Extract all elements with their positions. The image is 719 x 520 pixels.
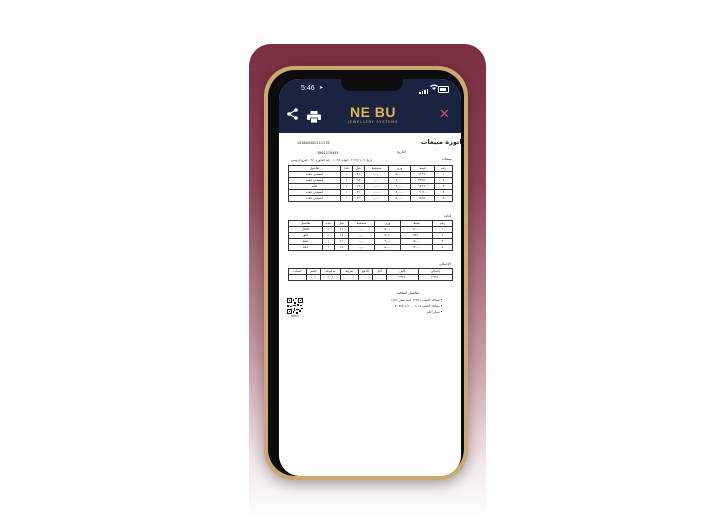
sales-table-body: أنسيابي ذهب ١ ٢١ ٠٫٠٠٠ ٥٫٠٠٠ ١١٩٦٠ ١ أنسيابي ذه… [288, 171, 453, 202]
notes-title: تفاصيل اضافية [397, 291, 419, 295]
date-label: التاريخ [397, 150, 406, 154]
table-cell [340, 274, 359, 281]
table-cell: ٢٦٦٦٠ [418, 274, 453, 281]
returns-table-body: خلخال ١ ٢١ ٠٫٠٠ ٥٫٠٠ ٧٠٠٠ ١ حلق ١ ١٨ ٠٫٠٠ ٥٫٦٠ ٧٥٦٠ ٢… [288, 226, 453, 251]
returns-label: أعاده [444, 214, 452, 218]
location-icon: ➤ [319, 85, 324, 91]
printer-icon[interactable] [307, 108, 321, 124]
table-cell: ١٨ [334, 244, 349, 251]
status-bar: 5:46 ➤ [279, 79, 461, 99]
invoice-document: فاتورة مبيعات 1438A0S82111178 3861278445… [279, 133, 461, 476]
table-cell: ٢٦٦٦٠ [386, 274, 419, 281]
table-cell: ٥٫٠٠٠ [388, 195, 411, 202]
table-cell: (٠) [306, 274, 321, 281]
invoice-title: فاتورة مبيعات [421, 138, 461, 146]
table-cell: ٠٫٠٠ [348, 244, 375, 251]
table-cell: ١ [340, 195, 353, 202]
qr-code-icon: NEBU [287, 298, 303, 318]
table-cell [372, 274, 387, 281]
tax-number: 3861278445 [317, 151, 339, 155]
table-cell: أنسيابي ذهب [288, 195, 341, 202]
table-cell: ١ [322, 244, 335, 251]
table-cell: ٥٫٠٠ [374, 244, 401, 251]
table-cell: ١٤٩٥٠ [410, 195, 435, 202]
close-icon[interactable]: ✕ [439, 108, 450, 121]
notes-list: • سبائك الذهب ١٢٥٦٠ جنيه سعر ١٢٤١ • سبائ… [391, 297, 443, 315]
totals-table-values: ٠ (٠) (٠) ٠ ٢٦٦٦٠ ٢٦٦٦٠ [288, 274, 453, 281]
invoice-info-line: تاريخ: ٢٠٢٢/١١/٠٩ - الوقت ١٠:٢٥ - رقم ال… [291, 158, 373, 162]
phone-screen: 5:46 ➤ NE BU JEWELLERY SYSTEMS ✕ اتورة م… [279, 79, 461, 476]
signal-icon [419, 86, 429, 94]
table-cell: ٢١ [352, 195, 365, 202]
returns-table: تفاصيل عدد عيار مصنعية وزن قيمة رقم خلخال ١ ٢١ ٠٫… [288, 220, 453, 251]
logo-text: NE BU [349, 104, 397, 120]
table-cell: ٥ [434, 195, 453, 202]
table-cell: ٠٫٠٠٠ [364, 195, 389, 202]
invoice-number: 1438A0S82111178 [297, 141, 330, 145]
sales-table: تفاصيل عدد عيار مصنعية وزن قيمة رقم أنسيابي ذه… [288, 165, 453, 202]
share-icon[interactable] [287, 108, 298, 122]
status-time: 5:46 [301, 85, 315, 92]
note-item: • شكرا لكم [426, 310, 443, 314]
phone-bezel: 5:46 ➤ NE BU JEWELLERY SYSTEMS ✕ اتورة م… [268, 70, 464, 476]
qr-caption: NEBU [291, 315, 299, 318]
table-row: أنسيابي ذهب ١ ٢١ ٠٫٠٠٠ ٥٫٠٠٠ ١٤٩٥٠ ٥ [288, 195, 453, 202]
nebu-logo: NE BU JEWELLERY SYSTEMS [333, 104, 413, 125]
table-row: دبلة ١ ١٨ ٠٫٠٠ ٥٫٠٠ ١٢٠٠٠ ٤ [288, 244, 453, 251]
battery-icon [438, 86, 449, 93]
table-cell: ١٢٠٠٠ [400, 244, 433, 251]
sales-label: مبيعات [442, 157, 452, 161]
logo-subtitle: JEWELLERY SYSTEMS [347, 120, 399, 124]
table-cell: ٠ [288, 274, 307, 281]
table-cell: ٠ [358, 274, 373, 281]
phone-frame: 5:46 ➤ NE BU JEWELLERY SYSTEMS ✕ اتورة م… [264, 66, 468, 480]
app-header: NE BU JEWELLERY SYSTEMS ✕ [279, 99, 461, 133]
wifi-icon [430, 84, 438, 92]
table-cell: دبلة [288, 244, 323, 251]
table-cell: ٤ [432, 244, 453, 251]
table-cell: (٠) [320, 274, 341, 281]
totals-label: الإجمالي [439, 262, 451, 266]
camera-notch [341, 79, 403, 91]
totals-table: حساب خصم مدفوعة ضريبة الدفع آجل كاش إجمالي ٠ (٠)… [288, 268, 453, 281]
